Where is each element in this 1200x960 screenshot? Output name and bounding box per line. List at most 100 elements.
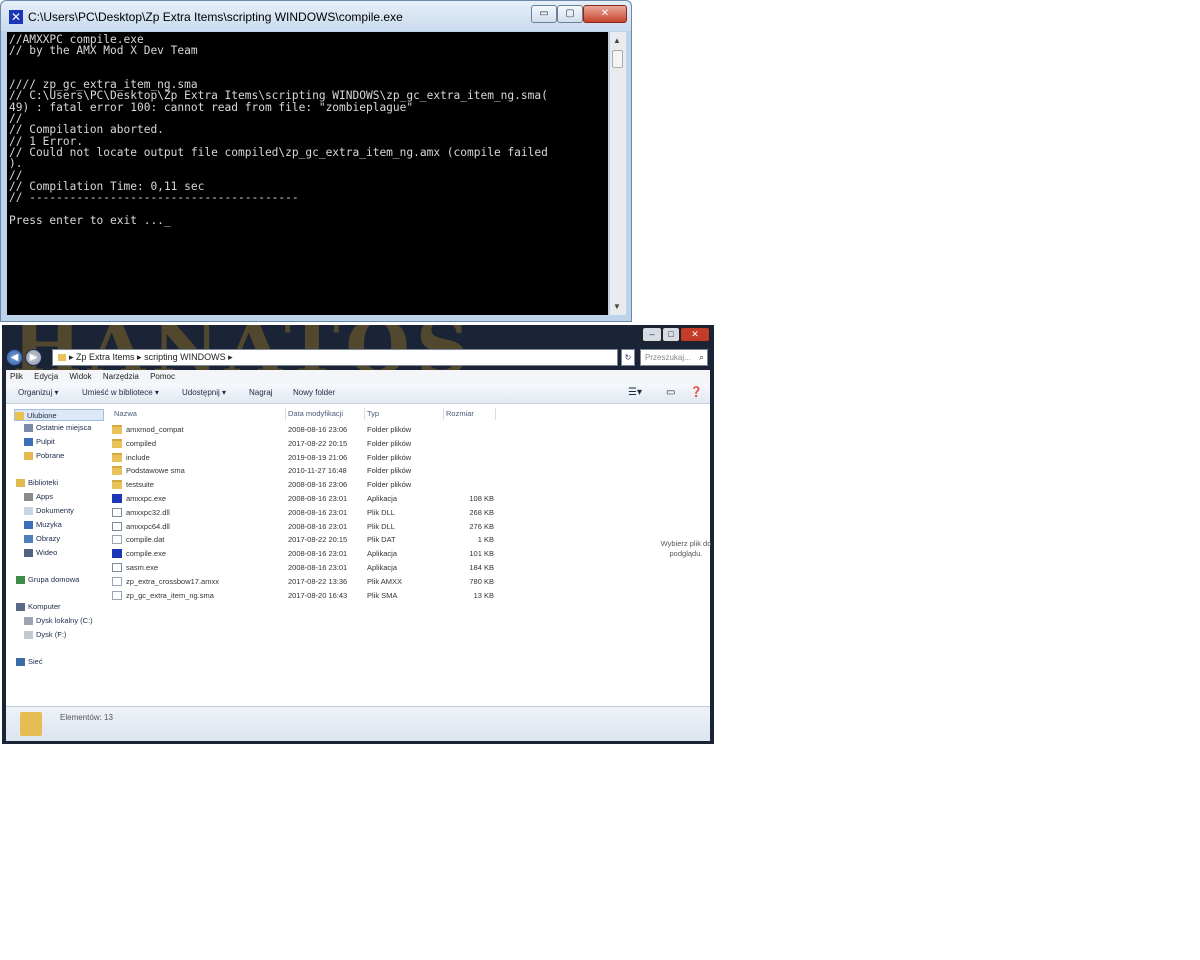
menu-edycja[interactable]: Edycja — [34, 372, 58, 381]
search-icon[interactable]: ⌕ — [699, 350, 704, 365]
file-row[interactable]: zp_extra_crossbow17.amxx 2017-08-22 13:36… — [112, 575, 532, 588]
menu-pomoc[interactable]: Pomoc — [150, 372, 175, 381]
menu-narzedzia[interactable]: Narzędzia — [103, 372, 139, 381]
help-icon[interactable]: ❓ — [690, 383, 702, 403]
nav-label: Obrazy — [36, 534, 61, 543]
navigation-bar: ◀ ▶ ▸ Zp Extra Items ▸ scripting WINDOWS… — [2, 347, 714, 369]
computer-icon — [16, 603, 25, 612]
preview-pane-icon[interactable]: ▭ — [666, 383, 675, 403]
forward-arrow-icon[interactable]: ▶ — [25, 349, 42, 366]
nav-label: Grupa domowa — [28, 575, 80, 584]
nav-recent-places[interactable]: Ostatnie miejsca — [24, 422, 91, 434]
file-size: 780 KB — [469, 576, 494, 586]
nav-desktop[interactable]: Pulpit — [24, 436, 55, 448]
column-header-name[interactable]: Nazwa — [114, 408, 286, 420]
console-scrollbar[interactable]: ▲ ▼ — [609, 32, 626, 315]
file-date: 2019-08-19 21:06 — [288, 452, 348, 462]
file-type: Folder plików — [367, 425, 412, 434]
explorer-minimize-button[interactable]: – — [642, 327, 662, 342]
nav-computer[interactable]: Komputer — [16, 601, 61, 613]
nav-drive-f[interactable]: Dysk (F:) — [24, 629, 66, 641]
nav-label: Muzyka — [36, 520, 62, 529]
file-row[interactable]: Podstawowe sma 2010-11-27 16:48 Folder pli… — [112, 464, 532, 477]
refresh-icon[interactable]: ↻ — [621, 349, 635, 366]
scroll-up-icon[interactable]: ▲ — [613, 36, 621, 45]
explorer-maximize-button[interactable]: □ — [662, 327, 680, 342]
new-folder-button[interactable]: Nowy folder — [293, 383, 335, 403]
column-header-size[interactable]: Rozmiar — [446, 408, 496, 420]
folder-icon — [112, 438, 122, 448]
view-options-icon[interactable]: ☰▾ — [628, 383, 642, 403]
file-size: 184 KB — [469, 563, 494, 572]
column-header-date[interactable]: Data modyfikacji — [288, 408, 365, 420]
nav-drive-c[interactable]: Dysk lokalny (C:) — [24, 615, 93, 627]
file-date: 2008-08-16 23:01 — [288, 494, 348, 503]
file-date: 2008-08-16 23:01 — [288, 563, 348, 572]
minimize-button[interactable]: ▭ — [531, 5, 557, 23]
maximize-button[interactable]: ▢ — [557, 5, 583, 23]
organize-button[interactable]: Organizuj ▾ — [18, 383, 58, 403]
file-row[interactable]: compile.exe 2008-08-16 23:01 Aplikacja 101 … — [112, 547, 532, 560]
scroll-thumb[interactable] — [612, 50, 623, 68]
file-row[interactable]: amxxpc.exe 2008-08-16 23:01 Aplikacja 108 K… — [112, 492, 532, 505]
nav-favorites[interactable]: Ulubione — [14, 409, 104, 421]
file-name: amxxpc32.dll — [126, 507, 170, 517]
explorer-close-button[interactable]: ✕ — [680, 327, 710, 342]
nav-apps[interactable]: Apps — [24, 491, 53, 503]
close-button[interactable]: ✕ — [583, 5, 627, 23]
folder-icon — [112, 466, 122, 476]
apps-icon — [24, 493, 33, 502]
menu-plik[interactable]: Plik — [10, 372, 23, 381]
file-row[interactable]: zp_gc_extra_item_ng.sma 2017-08-20 16:43 P… — [112, 589, 532, 602]
file-row[interactable]: amxmod_compat 2008-08-16 23:06 Folder plik… — [112, 423, 532, 436]
file-row[interactable]: include 2019-08-19 21:06 Folder plików — [112, 451, 532, 464]
file-date: 2017-08-20 16:43 — [288, 590, 348, 600]
main-area: Ulubione Ostatnie miejsca Pulpit Pobrane… — [6, 404, 711, 706]
menu-bar: Plik Edycja Widok Narzędzia Pomoc — [6, 370, 710, 383]
file-row[interactable]: compile.dat 2017-08-22 20:15 Plik DAT 1 KB — [112, 533, 532, 546]
menu-widok[interactable]: Widok — [69, 372, 91, 381]
column-header-type[interactable]: Typ — [367, 408, 444, 420]
file-date: 2008-08-16 23:06 — [288, 425, 348, 434]
file-date: 2008-08-16 23:01 — [288, 521, 348, 531]
file-type: Aplikacja — [367, 549, 398, 559]
search-placeholder: Przeszukaj... — [645, 353, 691, 362]
file-name: compiled — [126, 438, 157, 448]
file-size: 13 KB — [473, 590, 494, 600]
scroll-down-icon[interactable]: ▼ — [613, 302, 621, 311]
nav-network[interactable]: Sieć — [16, 656, 43, 668]
file-size: 268 KB — [469, 507, 494, 517]
file-date: 2008-08-16 23:06 — [288, 480, 348, 490]
nav-music[interactable]: Muzyka — [24, 519, 62, 531]
nav-label: Dokumenty — [36, 506, 74, 515]
breadcrumb-item[interactable]: Zp Extra Items — [76, 352, 135, 362]
file-date: 2010-11-27 16:48 — [288, 466, 347, 476]
console-titlebar[interactable]: ✕ C:\Users\PC\Desktop\Zp Extra Items\scr… — [1, 1, 631, 31]
file-row[interactable]: compiled 2017-08-22 20:15 Folder plików — [112, 437, 532, 450]
file-row[interactable]: sasm.exe 2008-08-16 23:01 Aplikacja 184 KB — [112, 561, 532, 574]
file-list: Nazwa Data modyfikacji Typ Rozmiar amxmo… — [112, 404, 612, 706]
file-row[interactable]: amxxpc32.dll 2008-08-16 23:01 Plik DLL 268 … — [112, 506, 532, 519]
nav-label: Pulpit — [36, 437, 55, 446]
console-output[interactable]: //AMXXPC compile.exe // by the AMX Mod X… — [7, 32, 608, 315]
nav-downloads[interactable]: Pobrane — [24, 450, 64, 462]
file-name: zp_extra_crossbow17.amxx — [126, 576, 219, 586]
navigation-pane: Ulubione Ostatnie miejsca Pulpit Pobrane… — [6, 404, 106, 706]
nav-homegroup[interactable]: Grupa domowa — [16, 574, 79, 586]
nav-documents[interactable]: Dokumenty — [24, 505, 74, 517]
search-input[interactable]: Przeszukaj... ⌕ — [640, 349, 708, 366]
nav-libraries[interactable]: Biblioteki — [16, 477, 58, 489]
back-arrow-icon[interactable]: ◀ — [6, 349, 23, 366]
downloads-icon — [24, 452, 33, 461]
nav-videos[interactable]: Wideo — [24, 547, 57, 559]
file-type: Plik DLL — [367, 507, 395, 517]
nav-label: Dysk lokalny (C:) — [36, 616, 93, 625]
nav-pictures[interactable]: Obrazy — [24, 533, 60, 545]
breadcrumb-item[interactable]: scripting WINDOWS — [144, 352, 226, 362]
share-button[interactable]: Udostępnij ▾ — [182, 383, 226, 403]
add-to-library-button[interactable]: Umieść w bibliotece ▾ — [82, 383, 159, 403]
address-bar[interactable]: ▸ Zp Extra Items ▸ scripting WINDOWS ▸ — [52, 349, 618, 366]
file-row[interactable]: amxxpc64.dll 2008-08-16 23:01 Plik DLL 276 … — [112, 520, 532, 533]
burn-button[interactable]: Nagraj — [249, 383, 273, 403]
file-row[interactable]: testsuite 2008-08-16 23:06 Folder plików — [112, 478, 532, 491]
